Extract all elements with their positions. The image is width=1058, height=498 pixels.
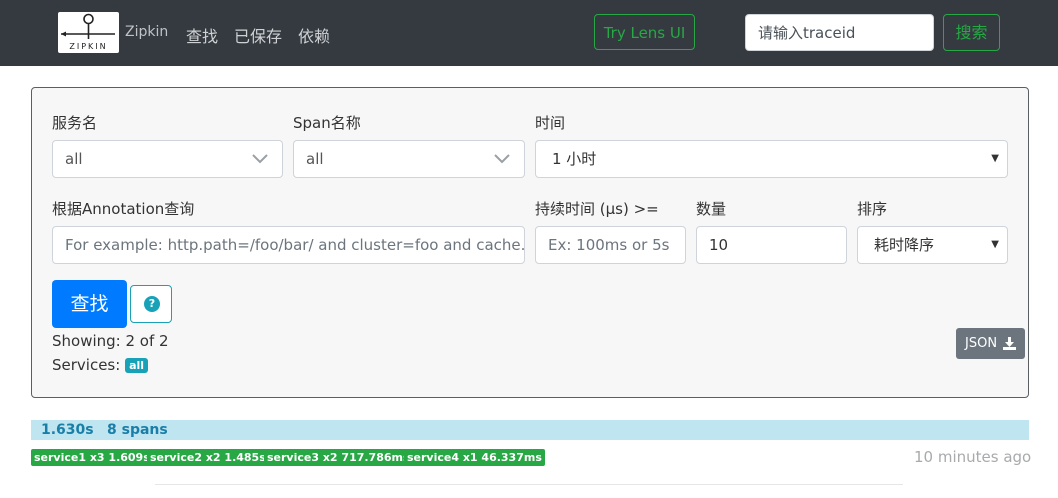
nav-dependencies[interactable]: 依赖: [298, 23, 330, 47]
nav-find[interactable]: 查找: [186, 23, 218, 47]
brand-name[interactable]: Zipkin: [125, 24, 168, 40]
service-badge: service4 x1 46.337ms: [404, 449, 545, 466]
download-icon: [1003, 337, 1016, 350]
span-label: Span名称: [293, 114, 361, 132]
zipkin-logo[interactable]: ZIPKIN: [58, 12, 119, 53]
service-label: 服务名: [52, 114, 98, 132]
divider: [155, 484, 903, 485]
duration-placeholder: Ex: 100ms or 5s: [548, 236, 670, 254]
traceid-input[interactable]: [745, 14, 934, 51]
span-select[interactable]: all: [293, 140, 525, 178]
service-badge: service2 x2 1.485s: [147, 449, 269, 466]
logo-text: ZIPKIN: [69, 42, 107, 51]
services-badge[interactable]: all: [125, 358, 149, 373]
service-badge: service3 x2 717.786ms: [264, 449, 413, 466]
time-select[interactable]: 1 小时 ▼: [535, 140, 1008, 178]
trace-timestamp: 10 minutes ago: [914, 448, 1032, 466]
annotation-placeholder: For example: http.path=/foo/bar/ and clu…: [65, 236, 525, 254]
showing-count: Showing: 2 of 2: [52, 332, 169, 350]
limit-label: 数量: [696, 200, 727, 218]
time-label: 时间: [535, 114, 566, 132]
caret-down-icon: ▼: [991, 239, 999, 250]
nav-saved[interactable]: 已保存: [234, 23, 282, 47]
chevron-down-icon: [494, 154, 510, 164]
service-select[interactable]: all: [52, 140, 283, 178]
json-button-label: JSON: [965, 336, 998, 351]
span-value: all: [306, 150, 324, 168]
trace-duration: 1.630s: [41, 422, 94, 438]
sort-label: 排序: [857, 200, 888, 218]
services-summary: Services: all: [52, 356, 149, 374]
annotation-label: 根据Annotation查询: [52, 200, 195, 218]
limit-value: 10: [709, 236, 729, 254]
caret-down-icon: ▼: [991, 153, 999, 164]
sort-select[interactable]: 耗时降序 ▼: [857, 226, 1008, 264]
min-duration-input[interactable]: Ex: 100ms or 5s: [535, 226, 686, 264]
services-label: Services:: [52, 356, 121, 374]
traceid-search-button[interactable]: 搜索: [943, 14, 1000, 51]
top-navbar: ZIPKIN Zipkin 查找 已保存 依赖 Try Lens UI 搜索: [0, 0, 1058, 66]
try-lens-ui-button[interactable]: Try Lens UI: [594, 14, 695, 50]
chevron-down-icon: [252, 154, 268, 164]
trace-span-count: 8 spans: [107, 422, 168, 438]
limit-input[interactable]: 10: [696, 226, 847, 264]
search-panel: 服务名 Span名称 时间 all all 1 小时 ▼ 根据Annotatio…: [31, 87, 1029, 398]
json-download-button[interactable]: JSON: [956, 328, 1025, 359]
annotation-query-input[interactable]: For example: http.path=/foo/bar/ and clu…: [52, 226, 525, 264]
find-traces-button[interactable]: 查找: [52, 280, 127, 328]
question-circle-icon: ?: [144, 296, 160, 312]
trace-summary-bar[interactable]: 1.630s 8 spans: [31, 420, 1029, 440]
sort-value: 耗时降序: [874, 236, 935, 254]
duration-label: 持续时间 (μs) >=: [535, 200, 659, 218]
service-badge: service1 x3 1.609s: [31, 449, 153, 466]
help-button[interactable]: ?: [130, 285, 172, 323]
time-value: 1 小时: [552, 150, 597, 168]
service-value: all: [65, 150, 83, 168]
